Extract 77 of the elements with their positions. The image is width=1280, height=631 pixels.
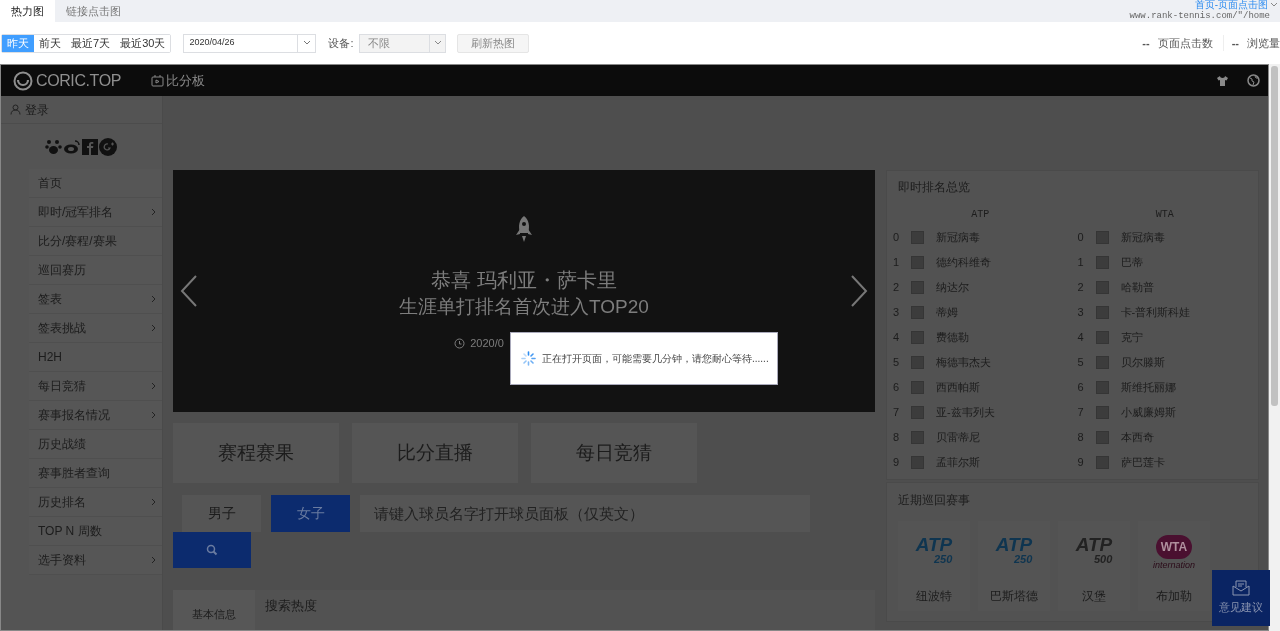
weibo-icon[interactable] (63, 139, 81, 154)
flag-placeholder (911, 356, 924, 369)
flag-placeholder (1095, 281, 1109, 294)
chevron-right-icon (151, 411, 156, 419)
flag-placeholder (1095, 256, 1109, 269)
chevron-down-icon[interactable] (1270, 2, 1278, 8)
chevron-left-icon[interactable] (180, 275, 198, 307)
flag-placeholder (911, 456, 924, 469)
tab[interactable]: 链接点击图 (55, 0, 132, 22)
chevron-right-icon (151, 208, 156, 216)
stat-value: -- (1142, 35, 1150, 51)
logo-icon (13, 70, 33, 91)
page-selector-title[interactable]: 首页-页面点击图 (1194, 0, 1268, 10)
chevron-right-icon (151, 295, 156, 303)
feedback-button[interactable]: 意见建议 (1212, 570, 1270, 626)
scrollbar[interactable] (1269, 64, 1280, 631)
shirt-icon[interactable] (1216, 74, 1229, 87)
gender-tab[interactable]: 男子 (182, 495, 261, 532)
stat-value: -- (1231, 35, 1239, 51)
tab[interactable]: 热力图 (0, 0, 55, 22)
menu-item[interactable]: 签表 (29, 285, 162, 314)
flag-placeholder (1095, 356, 1109, 369)
paw-icon[interactable] (45, 138, 62, 155)
stat-label: 页面点击数 (1157, 35, 1213, 51)
flag-placeholder (911, 281, 924, 294)
chevron-down-icon (433, 40, 442, 46)
chevron-right-icon (151, 324, 156, 332)
quick-link[interactable]: 赛程赛果 (173, 423, 339, 483)
quick-link[interactable]: 比分直播 (352, 423, 518, 483)
flag-placeholder (1095, 331, 1109, 344)
chevron-right-icon (151, 556, 156, 564)
stat-label: 浏览量 (1247, 35, 1280, 51)
user-icon (10, 104, 21, 115)
chevron-right-icon[interactable] (850, 275, 868, 307)
facebook-icon[interactable] (82, 138, 98, 155)
scoreboard-link[interactable]: 比分板 (166, 70, 205, 91)
google-plus-icon[interactable] (99, 137, 117, 156)
atp-logo: ATP (915, 535, 953, 554)
loading-message: 正在打开页面，可能需要几分钟，请您耐心等待...... (542, 352, 769, 366)
gender-tab[interactable]: 女子 (271, 495, 350, 532)
flag-placeholder (911, 331, 924, 344)
device-label: 设备: (328, 35, 354, 51)
chevron-down-icon (302, 40, 311, 46)
flag-placeholder (911, 406, 924, 419)
flag-placeholder (1095, 231, 1109, 244)
page-url: www.rank-tennis.com/"/home (1129, 10, 1270, 22)
wta-logo: WTA (1156, 535, 1192, 559)
menu-item[interactable]: H2H (29, 343, 162, 372)
scoreboard-icon (151, 74, 164, 87)
flag-placeholder (911, 256, 924, 269)
flag-placeholder (911, 306, 924, 319)
flag-placeholder (911, 431, 924, 444)
flag-placeholder (1095, 381, 1109, 394)
flag-placeholder (1095, 306, 1109, 319)
spinner-icon (521, 351, 536, 366)
date-field[interactable]: 2020/04/26 (183, 33, 317, 53)
date-range-button[interactable]: 昨天 (2, 34, 34, 52)
envelope-icon (1232, 580, 1250, 597)
flag-placeholder (1095, 431, 1109, 444)
quick-link[interactable]: 每日竞猜 (531, 423, 697, 483)
banner-subtitle: 生涯单打排名首次进入TOP20 (399, 295, 649, 319)
site-logo[interactable]: CORIC.TOP (36, 68, 121, 93)
tier-label: 250 (1013, 554, 1033, 565)
flag-placeholder (911, 381, 924, 394)
search-icon (206, 544, 218, 556)
chevron-right-icon (151, 382, 156, 390)
flag-placeholder (911, 231, 924, 244)
flag-placeholder (1095, 456, 1109, 469)
banner-title: 恭喜 玛利亚・萨卡里 (431, 268, 617, 293)
clock-icon (454, 337, 466, 349)
tier-label: 250 (933, 554, 953, 565)
atp-logo: ATP (995, 535, 1033, 554)
banner-date: 2020/0 (470, 336, 504, 351)
chevron-right-icon (151, 498, 156, 506)
tier-label: internation (1153, 561, 1195, 570)
globe-icon[interactable] (1247, 74, 1260, 87)
flag-placeholder (1095, 406, 1109, 419)
